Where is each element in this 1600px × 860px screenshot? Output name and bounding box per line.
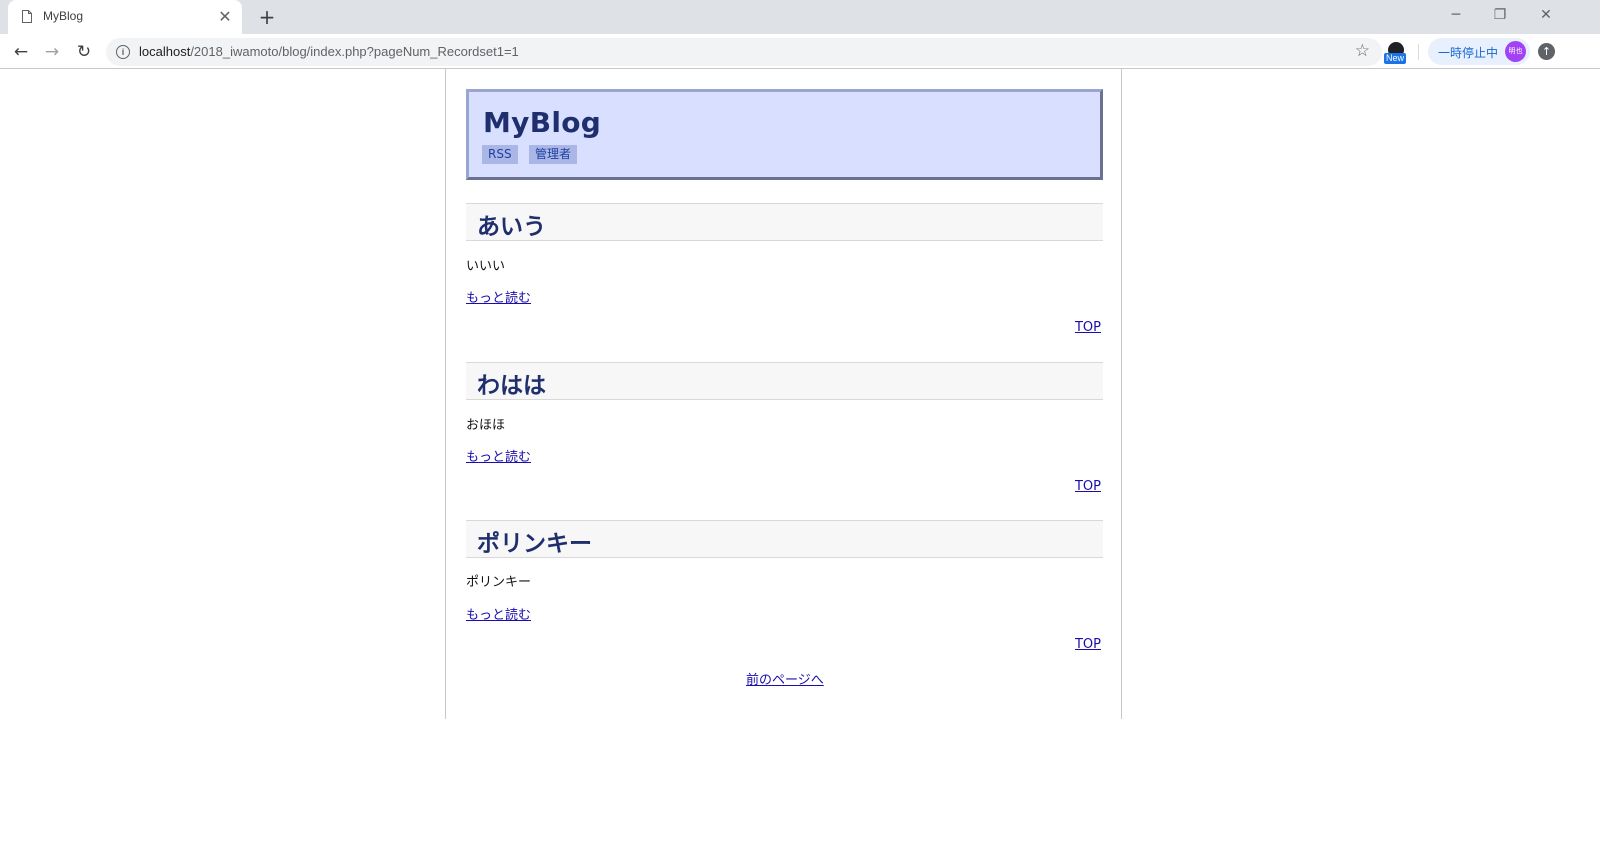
browser-toolbar: ← → ↻ i localhost/2018_iwamoto/blog/inde… (0, 34, 1600, 69)
post-title: わはは (477, 373, 546, 399)
post-header: ポリンキー (466, 520, 1103, 558)
profile-status: 一時停止中 (1438, 46, 1499, 60)
top-link[interactable]: TOP (1075, 320, 1101, 335)
post-header: わはは (466, 362, 1103, 400)
forward-icon[interactable]: → (41, 41, 63, 63)
back-icon[interactable]: ← (10, 41, 32, 63)
post-body: おほほ (466, 418, 506, 433)
close-tab-icon[interactable]: ✕ (216, 8, 234, 26)
reload-icon[interactable]: ↻ (73, 41, 95, 63)
tab-title: MyBlog (43, 9, 84, 23)
rss-link[interactable]: RSS (482, 145, 518, 164)
extension-icon[interactable]: New (1384, 40, 1408, 64)
url-path: /2018_iwamoto/blog/index.php?pageNum_Rec… (190, 44, 519, 59)
blog-header: MyBlog RSS 管理者 (466, 89, 1103, 180)
page-icon (22, 10, 32, 23)
address-bar[interactable]: i localhost/2018_iwamoto/blog/index.php?… (106, 38, 1382, 66)
tab-strip: MyBlog ✕ + ─ ❐ ✕ (0, 0, 1600, 34)
post-title: ポリンキー (477, 531, 592, 557)
extension-new-badge: New (1384, 53, 1407, 64)
post-header: あいう (466, 203, 1103, 241)
read-more-link[interactable]: もっと読む (466, 604, 531, 623)
post-title: あいう (477, 214, 546, 240)
read-more-link[interactable]: もっと読む (466, 446, 531, 465)
close-window-icon[interactable]: ✕ (1524, 4, 1568, 26)
avatar: 明也 (1505, 41, 1526, 62)
update-icon[interactable]: ↑ (1538, 43, 1555, 60)
minimize-icon[interactable]: ─ (1434, 4, 1478, 26)
restore-icon[interactable]: ❐ (1478, 4, 1522, 26)
profile-button[interactable]: 一時停止中 明也 (1428, 38, 1530, 65)
top-link[interactable]: TOP (1075, 637, 1101, 652)
url-host: localhost (139, 44, 191, 59)
admin-link[interactable]: 管理者 (529, 145, 578, 164)
post-body: いいい (466, 259, 506, 274)
read-more-link[interactable]: もっと読む (466, 287, 531, 306)
prev-page-link[interactable]: 前のページへ (746, 669, 824, 688)
url-text[interactable]: localhost/2018_iwamoto/blog/index.php?pa… (139, 44, 519, 59)
browser-tab[interactable]: MyBlog ✕ (8, 0, 242, 34)
new-tab-button[interactable]: + (256, 6, 278, 28)
post-body: ポリンキー (466, 575, 532, 590)
toolbar-divider (1418, 44, 1419, 60)
blog-page: MyBlog RSS 管理者 あいう いいい もっと読む TOP わはは おほほ… (445, 69, 1122, 719)
info-icon[interactable]: i (116, 45, 130, 59)
site-title: MyBlog (483, 106, 602, 139)
top-link[interactable]: TOP (1075, 479, 1101, 494)
bookmark-star-icon[interactable]: ☆ (1355, 41, 1370, 61)
